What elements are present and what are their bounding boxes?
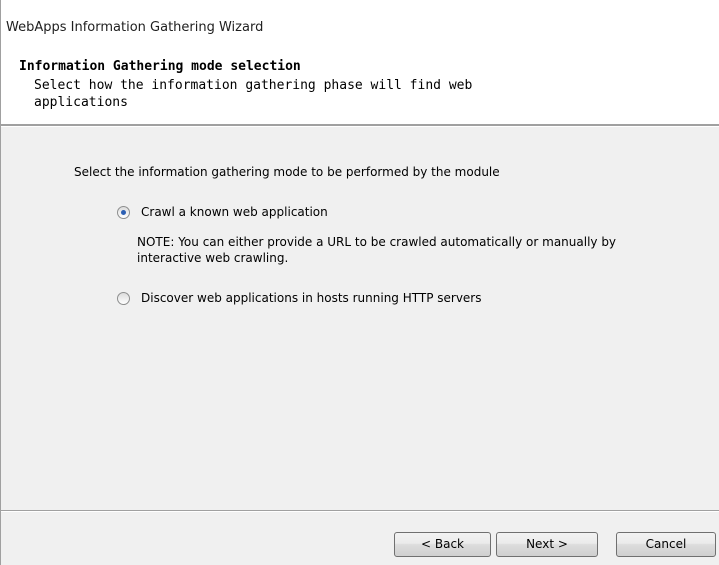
option-discover-web-apps[interactable]: Discover web applications in hosts runni… xyxy=(117,291,482,305)
cancel-button[interactable]: Cancel xyxy=(616,532,716,557)
next-button[interactable]: Next > xyxy=(496,532,598,557)
wizard-header: Information Gathering mode selection Sel… xyxy=(1,46,719,124)
crawl-radio-button[interactable] xyxy=(117,205,130,219)
discover-radio-button[interactable] xyxy=(117,291,130,305)
window-title: WebApps Information Gathering Wizard xyxy=(6,20,264,35)
mode-prompt: Select the information gathering mode to… xyxy=(74,165,500,179)
wizard-body: Select the information gathering mode to… xyxy=(1,127,719,507)
option-crawl-known-app[interactable]: Crawl a known web application xyxy=(117,205,328,219)
wizard-window: WebApps Information Gathering Wizard Inf… xyxy=(0,0,719,565)
footer-divider xyxy=(1,510,719,512)
back-button[interactable]: < Back xyxy=(394,532,491,557)
step-title: Information Gathering mode selection xyxy=(19,59,301,74)
title-bar: WebApps Information Gathering Wizard xyxy=(1,0,719,46)
step-subtitle: Select how the information gathering pha… xyxy=(34,78,473,110)
crawl-option-label[interactable]: Crawl a known web application xyxy=(141,205,328,219)
crawl-note: NOTE: You can either provide a URL to be… xyxy=(137,235,617,265)
discover-option-label[interactable]: Discover web applications in hosts runni… xyxy=(141,291,482,305)
